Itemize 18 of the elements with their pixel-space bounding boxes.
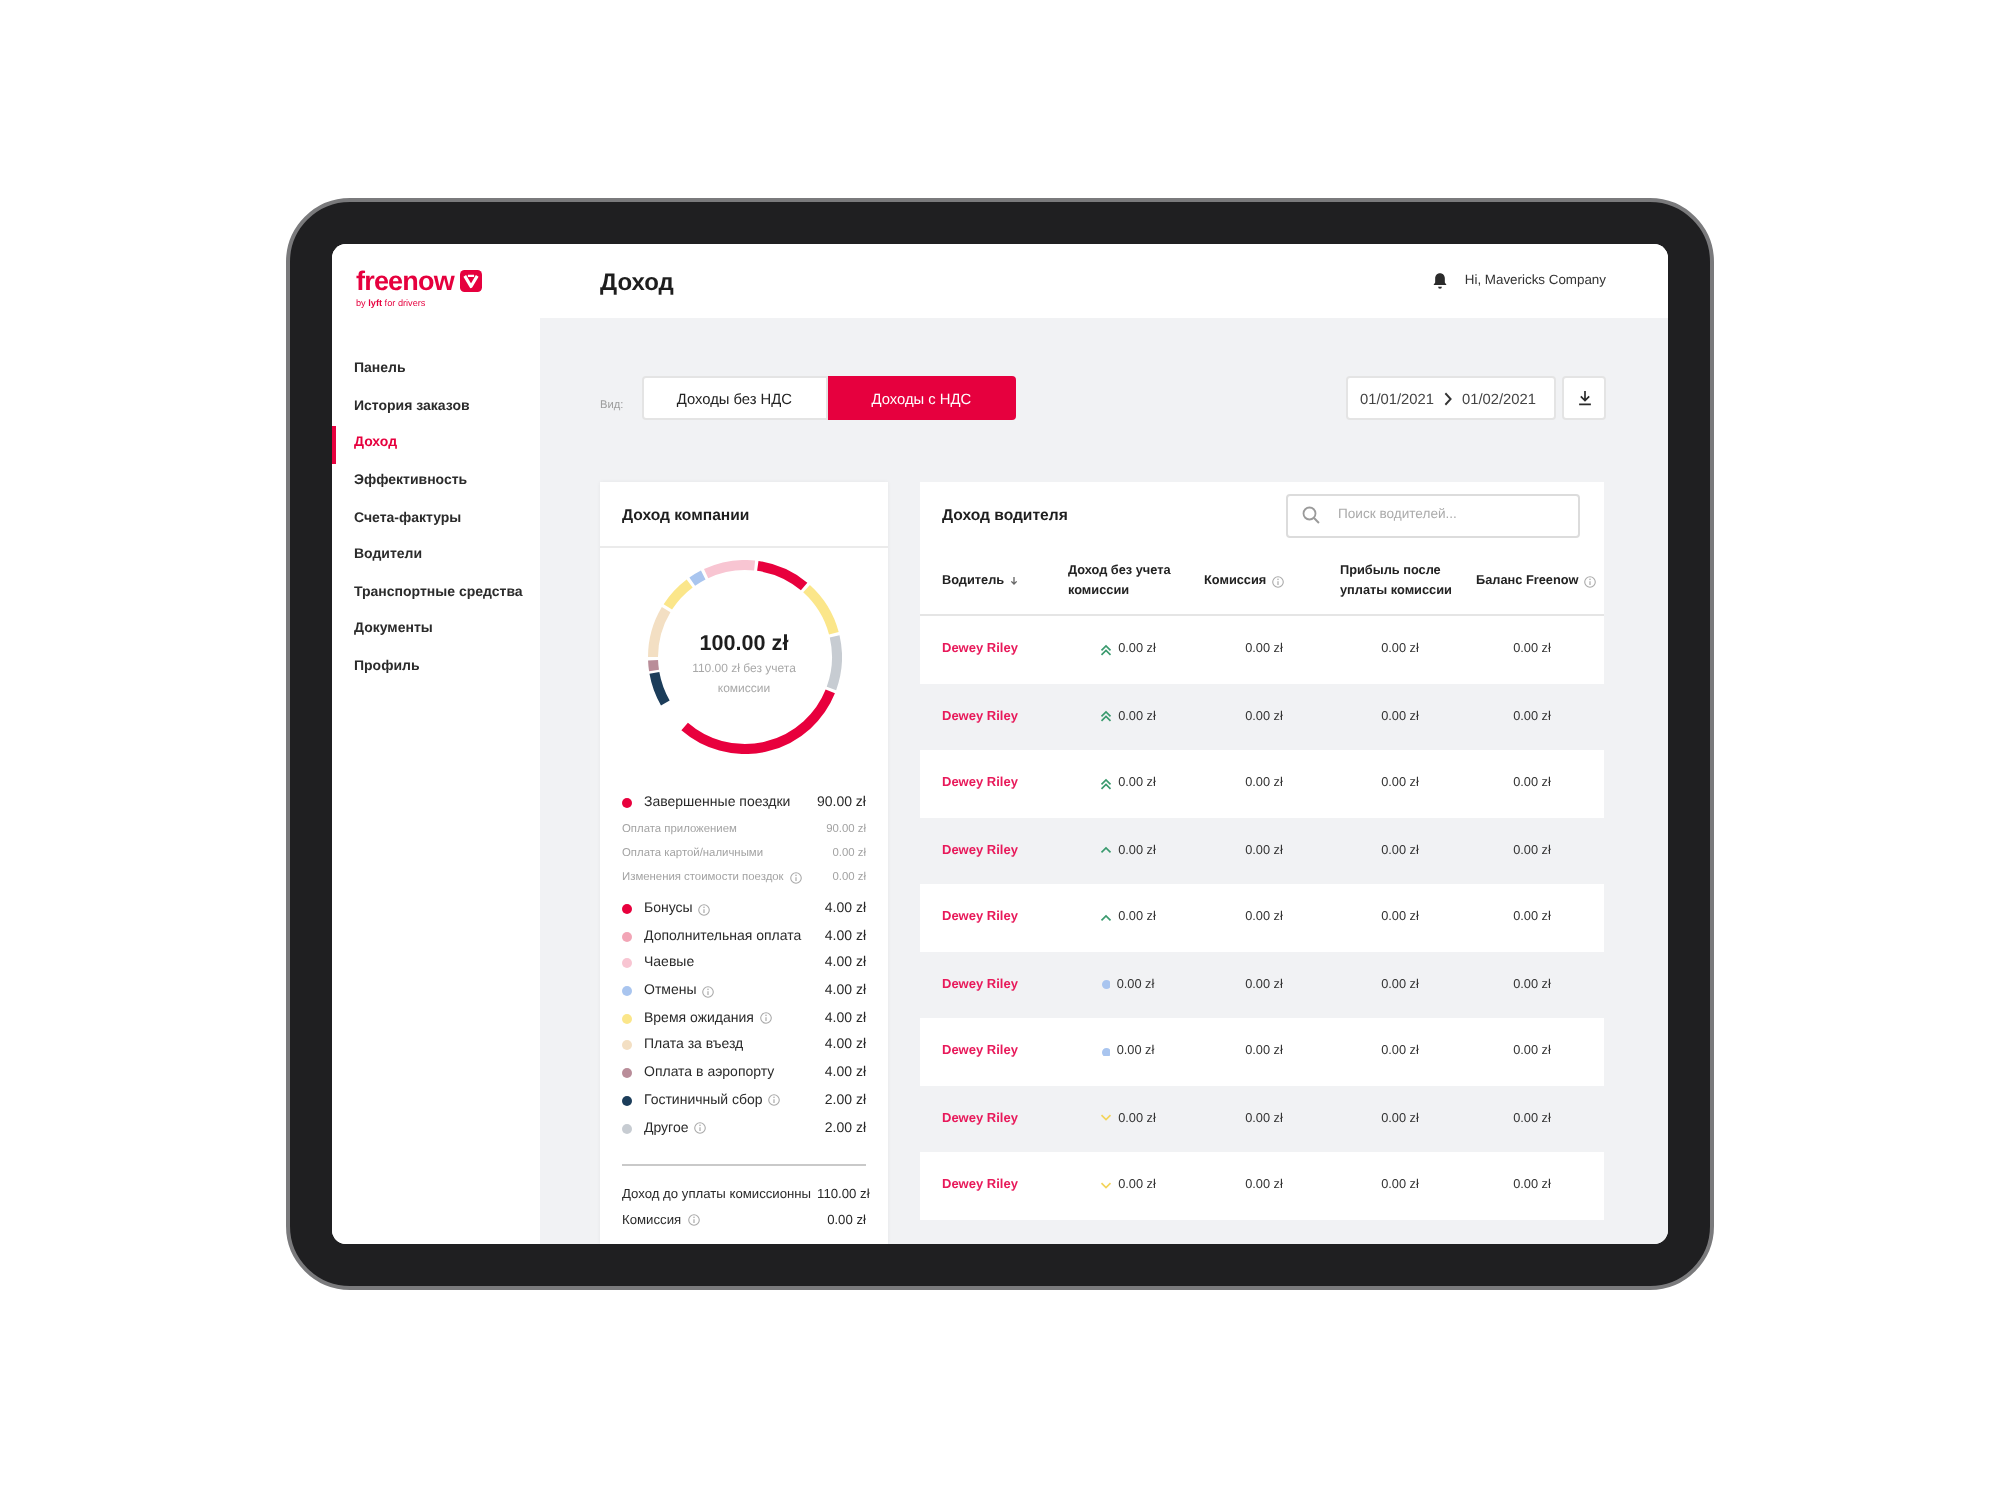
double-chevron-up-icon — [1100, 643, 1113, 656]
donut-total: 100.00 zł — [699, 632, 789, 658]
download-icon — [1577, 390, 1591, 406]
chevron-down-icon — [1100, 1181, 1113, 1190]
page-title: Доход — [600, 267, 674, 295]
logo-icon — [459, 270, 482, 292]
chevron-up-icon — [1100, 846, 1113, 855]
download-button[interactable] — [1562, 376, 1606, 420]
dot-icon — [1101, 980, 1111, 989]
search-icon — [1302, 506, 1320, 524]
chevron-up-icon — [1100, 913, 1113, 922]
dot-icon — [1101, 1047, 1111, 1056]
bell-icon[interactable] — [1432, 272, 1449, 290]
double-chevron-up-icon — [1100, 777, 1113, 790]
chevron-right-icon — [1444, 391, 1452, 405]
logo-wordmark: freenow — [356, 268, 454, 294]
double-chevron-up-icon — [1100, 710, 1113, 723]
chevron-down-icon — [1100, 1114, 1113, 1123]
